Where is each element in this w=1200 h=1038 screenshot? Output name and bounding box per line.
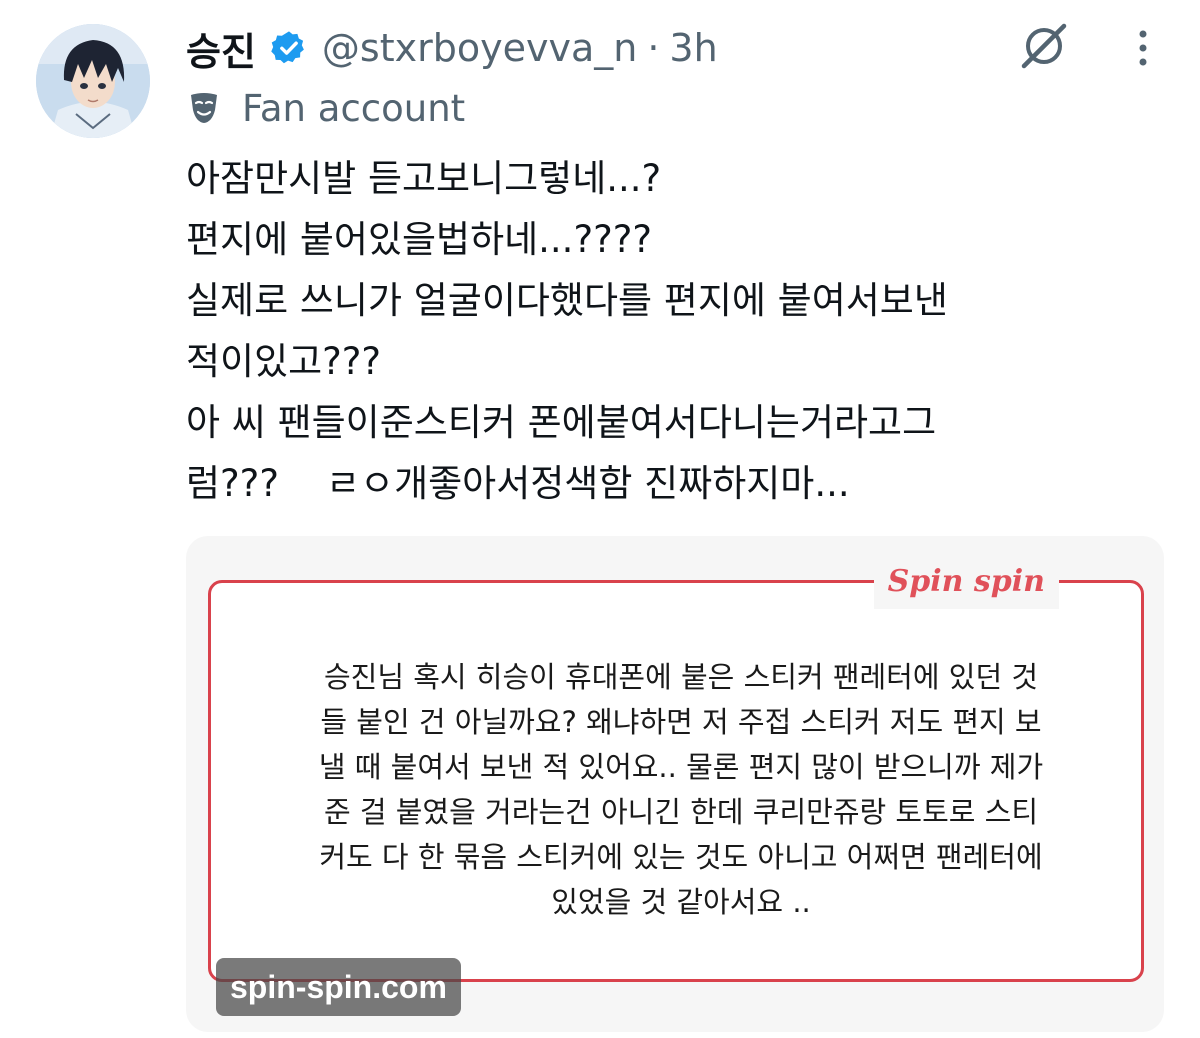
more-options-icon[interactable] [1130,26,1156,70]
tweet-line: 적이있고??? [186,340,382,383]
tweet-line: 아 씨 팬들이준스티커 폰에붙여서다니는거라고그 [186,401,937,444]
brand-logo-container: Spin spin [873,553,1059,609]
tweet-header: 승진 @stxrboyevva_n · 3h [186,18,718,78]
tweet-line: 실제로 쓰니가 얼굴이다했다를 편지에 붙여서보낸 [186,279,948,322]
quote-line: 낼 때 붙여서 보낸 적 있어요.. 물론 편지 많이 받으니까 제가 [318,750,1044,784]
quote-line: 커도 다 한 묶음 스티커에 있는 것도 아니고 어쩌면 팬레터에 [319,840,1043,874]
grok-icon[interactable] [1018,20,1070,72]
source-watermark: spin-spin.com [216,958,461,1016]
verified-badge-icon[interactable] [270,29,308,67]
account-label: Fan account [186,80,465,136]
quote-line: 승진님 혹시 히승이 휴대폰에 붙은 스티커 팬레터에 있던 것 [323,660,1039,694]
theater-mask-icon [186,90,222,126]
brand-logo: Spin spin [887,563,1045,599]
quoted-message: 승진님 혹시 히승이 휴대폰에 붙은 스티커 팬레터에 있던 것 들 붙인 건 … [251,655,1111,925]
separator-dot: · [647,26,660,70]
tweet-timestamp[interactable]: 3h [669,26,717,70]
quote-line: 준 걸 붙였을 거라는건 아니긴 한데 쿠리만쥬랑 토토로 스티 [323,795,1039,829]
tweet-body: 아잠만시발 듣고보니그렇네...? 편지에 붙어있을법하네...???? 실제로… [186,148,1176,514]
quote-line: 있었을 것 같아서요 .. [551,885,811,919]
tweet-line: 편지에 붙어있을법하네...???? [186,218,652,261]
source-text: spin-spin.com [230,968,447,1005]
tweet-line: 아잠만시발 듣고보니그렇네...? [186,157,662,200]
author-avatar[interactable] [36,24,150,138]
fan-account-label: Fan account [242,86,466,130]
author-handle[interactable]: @stxrboyevva_n [322,26,637,70]
tweet-line: 럼??? ㄹㅇ개좋아서정색함 진짜하지마... [186,462,850,505]
quote-line: 들 붙인 건 아닐까요? 왜냐하면 저 주접 스티커 저도 편지 보 [320,705,1042,739]
quote-frame: Spin spin 승진님 혹시 히승이 휴대폰에 붙은 스티커 팬레터에 있던… [208,553,1144,982]
anime-character-avatar [36,24,150,138]
author-display-name[interactable]: 승진 [186,21,256,76]
tweet-media-image[interactable]: Spin spin 승진님 혹시 히승이 휴대폰에 붙은 스티커 팬레터에 있던… [186,536,1164,1032]
